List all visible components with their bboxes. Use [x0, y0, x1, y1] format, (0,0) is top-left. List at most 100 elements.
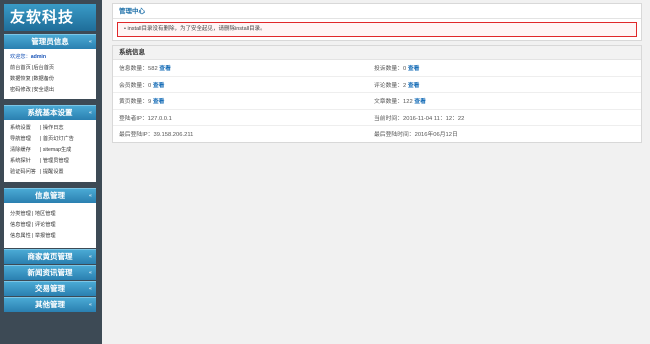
sidebar-row: 数据恢复|数据备份: [10, 74, 96, 85]
view-members-link[interactable]: 查看: [153, 83, 165, 89]
table-row: 会员数量：0 查看 评论数量：2 查看: [113, 76, 641, 93]
sidebar-item-sep: |: [32, 222, 34, 228]
link-region[interactable]: 地区管理: [35, 209, 56, 220]
view-yellowpages-link[interactable]: 查看: [153, 99, 165, 105]
stat-label: 信息数量：: [119, 66, 148, 73]
link-info-attr[interactable]: 信息属性: [10, 231, 32, 242]
stat-label: 当前时间：: [374, 115, 403, 122]
stat-value: 127.0.0.1: [147, 115, 172, 122]
link-data-restore[interactable]: 数据恢复: [10, 74, 32, 85]
link-home-slides[interactable]: 首页幻灯广告: [43, 134, 74, 145]
stat-cell: 评论数量：2 查看: [368, 76, 641, 93]
section-trade-title: 交易管理: [35, 284, 65, 293]
link-captcha-qa[interactable]: 验证码问答: [10, 167, 40, 178]
section-other-header[interactable]: 其他管理 «: [4, 297, 96, 312]
section-system: 系统基本设置 « 系统设置 | 操作日志 导航管理 | 首页幻灯广告 清除缓存 | s…: [4, 105, 96, 182]
sidebar-row: 系统探针 | 管理员管理: [10, 156, 96, 167]
link-sitemap[interactable]: sitemap生成: [43, 145, 72, 156]
view-articles-link[interactable]: 查看: [414, 99, 426, 105]
sidebar-item-sep: |: [40, 136, 42, 142]
link-clear-cache[interactable]: 清除缓存: [10, 145, 40, 156]
link-system-settings[interactable]: 系统设置: [10, 123, 40, 134]
stat-label: 投诉数量：: [374, 66, 403, 73]
section-yellowpages-title: 商家黄页管理: [27, 252, 73, 261]
install-warning-alert: • install目录没有删除，为了安全起见，请删除install目录。: [117, 22, 637, 37]
section-admin: 管理员信息 « 欢迎您：admin 前台首页|后台首页 数据恢复|数据备份 密码…: [4, 34, 96, 99]
stat-value: 0: [403, 66, 407, 73]
expand-arrow-icon[interactable]: «: [89, 282, 92, 296]
link-password[interactable]: 密码修改: [10, 85, 32, 96]
stat-value: 122: [403, 99, 413, 106]
link-logout[interactable]: 安全退出: [33, 85, 54, 96]
section-admin-title: 管理员信息: [31, 37, 69, 46]
section-yellowpages-header[interactable]: 商家黄页管理 «: [4, 249, 96, 264]
stat-cell: 文章数量：122 查看: [368, 92, 641, 110]
welcome-line: 欢迎您：admin: [10, 52, 96, 63]
system-info-title: 系统信息: [113, 46, 641, 60]
view-complaints-link[interactable]: 查看: [408, 66, 420, 72]
stat-label: 最后登陆时间：: [374, 132, 415, 139]
section-news-title: 新闻资讯管理: [27, 268, 73, 277]
sidebar-item-sep: |: [32, 211, 34, 217]
section-other-title: 其他管理: [35, 300, 65, 309]
stat-cell: 投诉数量：0 查看: [368, 60, 641, 77]
stat-label: 黄页数量：: [119, 99, 148, 106]
sidebar-row: 信息属性| 举报管理: [10, 231, 96, 242]
section-collapsed-4: 其他管理 «: [4, 297, 96, 312]
table-row: 信息数量：582 查看 投诉数量：0 查看: [113, 60, 641, 77]
section-collapsed-1: 商家黄页管理 «: [4, 249, 96, 264]
link-system-probe[interactable]: 系统探针: [10, 156, 40, 167]
sidebar-row: 分类管理| 地区管理: [10, 209, 96, 220]
sidebar-item-sep: |: [40, 147, 42, 153]
sidebar-row: 清除缓存 | sitemap生成: [10, 145, 96, 156]
link-data-backup[interactable]: 数据备份: [33, 74, 54, 85]
sidebar: 友软科技 管理员信息 « 欢迎您：admin 前台首页|后台首页 数据恢复|数据…: [0, 0, 102, 344]
section-system-header[interactable]: 系统基本设置 «: [4, 105, 96, 120]
link-admin-manage[interactable]: 管理员管理: [43, 156, 69, 167]
page-title: 管理中心: [113, 4, 641, 19]
logo: 友软科技: [4, 4, 96, 31]
sidebar-item-sep: |: [40, 158, 42, 164]
section-info-header[interactable]: 信息管理 «: [4, 188, 96, 203]
sidebar-row: 前台首页|后台首页: [10, 63, 96, 74]
stat-label: 文章数量：: [374, 99, 403, 106]
link-category[interactable]: 分类管理: [10, 209, 32, 220]
collapse-arrow-icon[interactable]: «: [89, 106, 92, 120]
section-trade-header[interactable]: 交易管理 «: [4, 281, 96, 296]
expand-arrow-icon[interactable]: «: [89, 298, 92, 312]
link-home-admin[interactable]: 后台首页: [33, 63, 54, 74]
view-comments-link[interactable]: 查看: [408, 83, 420, 89]
link-reminder-settings[interactable]: 提醒设置: [43, 167, 64, 178]
collapse-arrow-icon[interactable]: «: [89, 189, 92, 203]
welcome-label: 欢迎您：: [10, 54, 31, 60]
table-row: 登陆者IP：127.0.0.1 当前时间：2016-11-04 11：12：22: [113, 109, 641, 126]
stat-value: 9: [148, 99, 152, 106]
stat-cell: 登陆者IP：127.0.0.1: [113, 109, 368, 126]
stat-label: 评论数量：: [374, 82, 403, 89]
stat-cell: 会员数量：0 查看: [113, 76, 368, 93]
link-operation-log[interactable]: 操作日志: [43, 123, 64, 134]
section-admin-header[interactable]: 管理员信息 «: [4, 34, 96, 49]
stat-cell: 当前时间：2016-11-04 11：12：22: [368, 109, 641, 126]
collapse-arrow-icon[interactable]: «: [89, 35, 92, 49]
admin-center-panel: 管理中心 • install目录没有删除，为了安全起见，请删除install目录…: [112, 3, 642, 41]
expand-arrow-icon[interactable]: «: [89, 250, 92, 264]
view-info-link[interactable]: 查看: [159, 66, 171, 72]
section-news-header[interactable]: 新闻资讯管理 «: [4, 265, 96, 280]
stat-value: 39.158.206.211: [153, 132, 194, 139]
link-info-manage[interactable]: 信息管理: [10, 220, 32, 231]
expand-arrow-icon[interactable]: «: [89, 266, 92, 280]
link-nav-manage[interactable]: 导航管理: [10, 134, 40, 145]
stat-value: 582: [148, 66, 158, 73]
stat-cell: 最后登陆时间：2016年06月12日: [368, 126, 641, 142]
system-info-panel: 系统信息 信息数量：582 查看 投诉数量：0 查看 会员数量：0 查看 评论数…: [112, 45, 642, 143]
stat-cell: 黄页数量：9 查看: [113, 92, 368, 110]
stat-cell: 最后登陆IP：39.158.206.211: [113, 126, 368, 142]
stat-value: 0: [148, 82, 152, 89]
section-collapsed-3: 交易管理 «: [4, 281, 96, 296]
link-comment-manage[interactable]: 评论管理: [35, 220, 56, 231]
link-home-front[interactable]: 前台首页: [10, 63, 32, 74]
link-report-manage[interactable]: 举报管理: [35, 231, 56, 242]
stat-label: 会员数量：: [119, 82, 148, 89]
sidebar-row: 密码修改|安全退出: [10, 85, 96, 96]
